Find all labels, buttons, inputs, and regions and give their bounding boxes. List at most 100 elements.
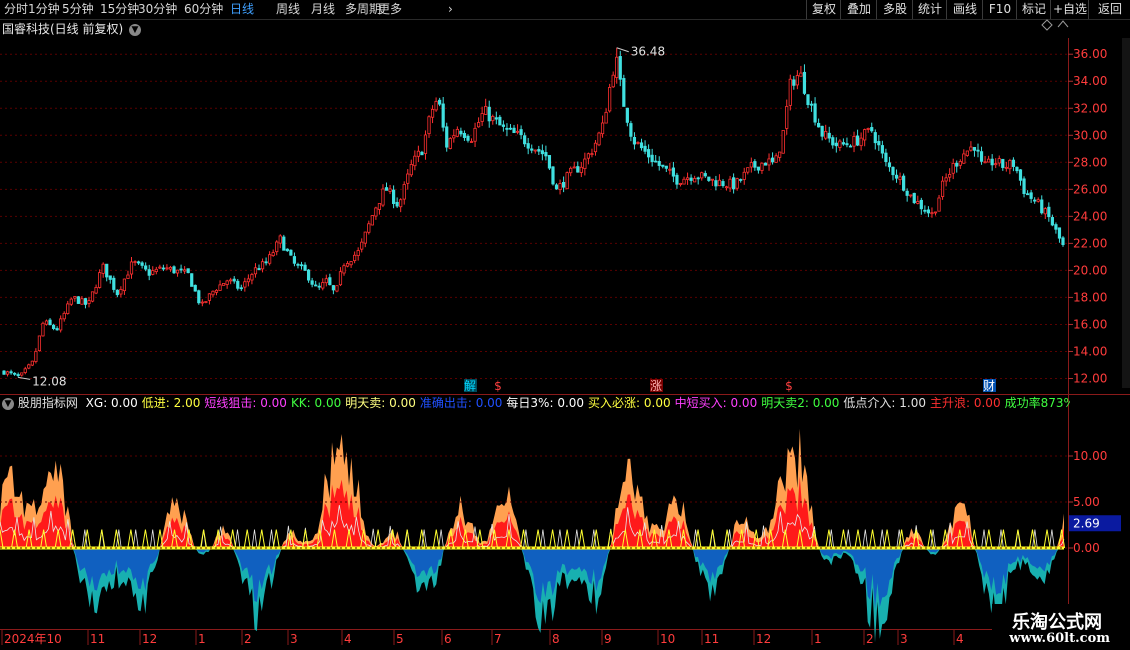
candle-body bbox=[629, 123, 633, 137]
svg-text:解: 解 bbox=[464, 379, 476, 393]
date-label: 10 bbox=[660, 632, 675, 646]
candle-body bbox=[246, 278, 250, 283]
event-marker-4[interactable]: 财 bbox=[983, 379, 996, 393]
candle-body bbox=[710, 178, 714, 181]
candle-body bbox=[770, 157, 775, 163]
date-label: 12 bbox=[756, 632, 771, 646]
candle-body bbox=[976, 149, 980, 152]
date-label: 1 bbox=[814, 632, 822, 646]
candle-body bbox=[218, 284, 222, 291]
indicator-menu-icon[interactable]: ▼ bbox=[2, 397, 14, 410]
candle-body bbox=[753, 161, 757, 168]
candle-body bbox=[356, 250, 360, 256]
candle-body bbox=[136, 261, 141, 264]
diamond-icon[interactable] bbox=[1041, 19, 1053, 31]
price-label: 22.00 bbox=[1073, 236, 1107, 250]
low-price-label: 12.08 bbox=[32, 374, 66, 388]
candle-body bbox=[519, 129, 523, 136]
candle-body bbox=[345, 263, 350, 267]
candle-body bbox=[742, 171, 746, 180]
event-marker-3[interactable]: $ bbox=[785, 379, 793, 393]
indicator-item-12: 成功率873%: 0.00 bbox=[1004, 396, 1070, 410]
chevron-up-icon[interactable] bbox=[1057, 20, 1069, 28]
date-label: 1 bbox=[198, 632, 206, 646]
candle-body bbox=[268, 254, 272, 264]
candle-body bbox=[151, 270, 155, 275]
candle-body bbox=[1040, 199, 1044, 214]
candle-body bbox=[455, 128, 459, 137]
candle-body bbox=[809, 103, 814, 106]
candle-body bbox=[707, 176, 711, 181]
candle-body bbox=[37, 335, 42, 352]
candle-body bbox=[1050, 217, 1054, 226]
indicator-item-7: 买入必涨: 0.00 bbox=[588, 396, 671, 410]
candle-body bbox=[597, 132, 601, 146]
candle-body bbox=[544, 152, 548, 157]
candle-body bbox=[253, 267, 258, 275]
candle-body bbox=[558, 183, 562, 191]
candle-body bbox=[367, 223, 371, 233]
candle-body bbox=[5, 371, 10, 375]
candle-body bbox=[530, 148, 534, 151]
price-label: 36.00 bbox=[1073, 47, 1107, 61]
candle-body bbox=[739, 179, 743, 181]
date-label: 2 bbox=[244, 632, 252, 646]
candle-body bbox=[593, 142, 598, 153]
candle-body bbox=[59, 318, 63, 331]
candle-body bbox=[820, 125, 824, 137]
candle-body bbox=[498, 116, 502, 126]
candle-body bbox=[898, 176, 902, 181]
candle-body bbox=[409, 164, 413, 176]
candle-body bbox=[852, 136, 856, 147]
candle-body bbox=[700, 172, 704, 179]
price-label: 24.00 bbox=[1073, 209, 1107, 223]
event-marker-2[interactable]: 涨 bbox=[650, 378, 663, 393]
candle-body bbox=[122, 278, 127, 292]
candle-body bbox=[229, 279, 233, 282]
candle-body bbox=[608, 87, 612, 112]
candle-body bbox=[912, 192, 916, 204]
candle-body bbox=[622, 78, 626, 107]
candle-body bbox=[831, 137, 835, 146]
price-label: 14.00 bbox=[1073, 344, 1107, 358]
candle-body bbox=[859, 137, 863, 147]
candle-body bbox=[416, 150, 420, 157]
event-marker-1[interactable]: $ bbox=[494, 379, 502, 393]
candle-body bbox=[250, 274, 254, 281]
candle-body bbox=[462, 132, 467, 138]
candle-body bbox=[413, 155, 417, 167]
candle-body bbox=[661, 164, 665, 167]
candle-body bbox=[579, 166, 583, 173]
candle-body bbox=[735, 178, 739, 189]
event-marker-0[interactable]: 解 bbox=[464, 379, 477, 393]
candle-body bbox=[891, 166, 895, 176]
candle-body bbox=[16, 374, 20, 377]
candlestick-chart[interactable]: 36.4812.08 36.0034.0032.0030.0028.0026.0… bbox=[0, 0, 1130, 650]
candle-body bbox=[374, 207, 378, 217]
price-label: 28.00 bbox=[1073, 155, 1107, 169]
candle-body bbox=[682, 178, 686, 185]
candle-body bbox=[1033, 199, 1037, 202]
candle-body bbox=[473, 127, 477, 142]
candle-body bbox=[317, 285, 321, 288]
candle-body bbox=[834, 142, 838, 147]
candle-body bbox=[477, 122, 481, 128]
candle-body bbox=[930, 212, 934, 215]
candle-body bbox=[554, 184, 559, 190]
candle-body bbox=[48, 319, 52, 326]
candle-body bbox=[678, 183, 683, 185]
indicator-item-6: 每日3%: 0.00 bbox=[506, 396, 585, 410]
candle-body bbox=[172, 266, 176, 274]
candle-body bbox=[902, 175, 906, 191]
candle-body bbox=[639, 142, 644, 149]
candle-body bbox=[951, 162, 955, 174]
candle-body bbox=[615, 56, 619, 78]
candle-body bbox=[23, 368, 27, 373]
candle-body bbox=[508, 127, 513, 130]
candle-body bbox=[693, 178, 697, 183]
indicator-axis-label: 5.00 bbox=[1073, 495, 1100, 509]
candle-body bbox=[1047, 206, 1051, 218]
candle-body bbox=[9, 371, 13, 374]
candle-body bbox=[98, 272, 102, 288]
candle-body bbox=[76, 296, 80, 304]
